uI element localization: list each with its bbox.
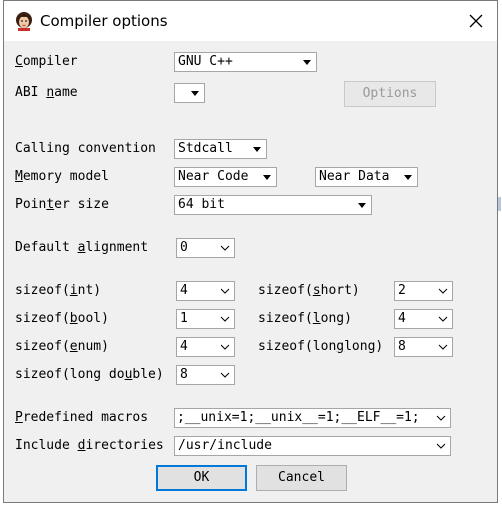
default-alignment-select[interactable]: 0: [176, 238, 235, 258]
sizeof-bool-select[interactable]: 1: [176, 309, 235, 329]
chevron-down-icon: [220, 344, 230, 350]
include-directories-field[interactable]: /usr/include: [174, 436, 451, 456]
sizeof-int-label: sizeof(int): [15, 283, 102, 298]
dropdown-arrow-icon: [358, 203, 366, 208]
chevron-down-icon: [438, 288, 448, 294]
chevron-down-icon: [220, 288, 230, 294]
memory-model-code-select[interactable]: Near Code: [174, 167, 277, 187]
calling-convention-label: Calling convention: [15, 141, 156, 156]
pointer-size-label: Pointer size: [15, 197, 109, 212]
dropdown-arrow-icon: [191, 91, 199, 96]
sizeof-long-value: 4: [398, 311, 406, 326]
dropdown-arrow-icon: [404, 175, 412, 180]
memory-model-code-value: Near Code: [178, 169, 249, 184]
sizeof-long-label: sizeof(long): [258, 311, 352, 326]
window-title: Compiler options: [40, 12, 168, 30]
sizeof-enum-select[interactable]: 4: [176, 337, 235, 357]
chevron-down-icon: [436, 443, 446, 449]
sizeof-long-select[interactable]: 4: [394, 309, 453, 329]
sizeof-longlong-select[interactable]: 8: [394, 337, 453, 357]
predefined-macros-label: Predefined macros: [15, 410, 149, 425]
predefined-macros-value: ;__unix=1;__unix__=1;__ELF__=1;: [177, 410, 420, 425]
compiler-value: GNU C++: [178, 54, 233, 69]
compiler-label: Compiler: [15, 54, 78, 69]
sizeof-long-double-value: 8: [180, 367, 188, 382]
sizeof-short-select[interactable]: 2: [394, 281, 453, 301]
sizeof-long-double-select[interactable]: 8: [176, 365, 235, 385]
sizeof-longlong-value: 8: [398, 339, 406, 354]
title-bar: Compiler options: [4, 1, 497, 41]
memory-model-data-select[interactable]: Near Data: [315, 167, 418, 187]
chevron-down-icon: [438, 316, 448, 322]
sizeof-short-value: 2: [398, 283, 406, 298]
abi-name-label: ABI name: [15, 85, 78, 100]
chevron-down-icon: [220, 245, 230, 251]
include-directories-value: /usr/include: [178, 438, 272, 453]
chevron-down-icon: [220, 372, 230, 378]
sizeof-int-select[interactable]: 4: [176, 281, 235, 301]
include-directories-label: Include directories: [15, 438, 164, 453]
sizeof-enum-label: sizeof(enum): [15, 339, 109, 354]
pointer-size-value: 64 bit: [178, 197, 225, 212]
predefined-macros-field[interactable]: ;__unix=1;__unix__=1;__ELF__=1;: [174, 408, 451, 428]
abi-name-select[interactable]: [174, 83, 205, 103]
close-button[interactable]: [465, 10, 487, 32]
options-button[interactable]: Options: [344, 81, 436, 107]
dropdown-arrow-icon: [253, 147, 261, 152]
dropdown-arrow-icon: [303, 60, 311, 65]
sizeof-bool-value: 1: [180, 311, 188, 326]
compiler-options-dialog: Compiler options Compiler GNU C++ ABI na…: [3, 0, 501, 503]
sizeof-enum-value: 4: [180, 339, 188, 354]
chevron-down-icon: [436, 415, 446, 421]
sizeof-short-label: sizeof(short): [258, 283, 360, 298]
memory-model-label: Memory model: [15, 169, 109, 184]
default-alignment-label: Default alignment: [15, 240, 149, 255]
calling-convention-select[interactable]: Stdcall: [174, 139, 267, 159]
sizeof-long-double-label: sizeof(long double): [15, 367, 164, 382]
chevron-down-icon: [220, 316, 230, 322]
sizeof-longlong-label: sizeof(longlong): [258, 339, 384, 354]
cancel-button[interactable]: Cancel: [256, 465, 347, 491]
calling-convention-value: Stdcall: [178, 141, 233, 156]
ida-avatar-icon: [14, 11, 34, 31]
compiler-label-rest: ompiler: [22, 54, 78, 69]
ok-button[interactable]: OK: [156, 465, 247, 491]
close-icon: [469, 14, 483, 28]
default-alignment-value: 0: [180, 240, 188, 255]
window-edge-mark: [498, 197, 501, 211]
chevron-down-icon: [438, 344, 448, 350]
memory-model-data-value: Near Data: [319, 169, 390, 184]
sizeof-bool-label: sizeof(bool): [15, 311, 109, 326]
sizeof-int-value: 4: [180, 283, 188, 298]
pointer-size-select[interactable]: 64 bit: [174, 195, 372, 215]
compiler-select[interactable]: GNU C++: [174, 52, 317, 72]
dropdown-arrow-icon: [263, 175, 271, 180]
